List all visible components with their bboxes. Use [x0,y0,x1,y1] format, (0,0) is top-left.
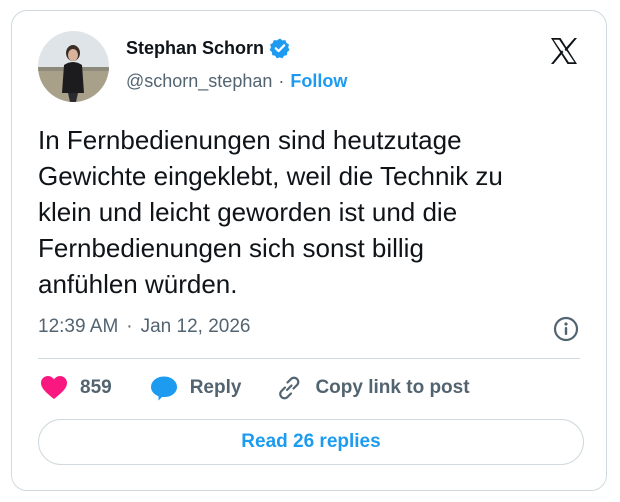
tweet-time: 12:39 AM [38,316,119,337]
reply-bubble-icon [150,376,177,401]
heart-icon [41,376,67,399]
author-handle-row: @schorn_stephan · Follow [126,71,347,92]
separator: · [126,316,133,337]
verified-badge-icon [269,37,291,59]
link-icon [279,376,300,400]
divider [38,358,580,359]
avatar[interactable] [38,31,109,102]
tweet-timestamp[interactable]: 12:39 AM · Jan 12, 2026 [38,316,250,338]
copy-link-label: Copy link to post [315,377,470,398]
action-bar: 859 Reply Copy link to post [38,373,470,403]
reply-button[interactable]: Reply [150,375,242,401]
read-replies-button[interactable]: Read 26 replies [38,419,584,465]
follow-link[interactable]: Follow [290,71,347,92]
reply-label: Reply [189,377,242,398]
copy-link-button[interactable]: Copy link to post [275,375,470,401]
separator: · [278,71,285,91]
author-handle[interactable]: @schorn_stephan [126,71,272,92]
like-button[interactable]: 859 [40,375,112,401]
avatar-photo [38,31,109,102]
tweet-text: In Fernbedienungen sind heutzutage Gewic… [38,125,503,299]
author-name[interactable]: Stephan Schorn [126,38,264,59]
tweet-date: Jan 12, 2026 [140,316,251,337]
tweet-card: Stephan Schorn @schorn_stephan · Follow … [11,10,607,491]
x-logo-icon[interactable] [548,35,580,67]
like-count: 859 [80,377,112,398]
author-name-row: Stephan Schorn [126,37,291,59]
info-icon[interactable] [553,316,579,342]
